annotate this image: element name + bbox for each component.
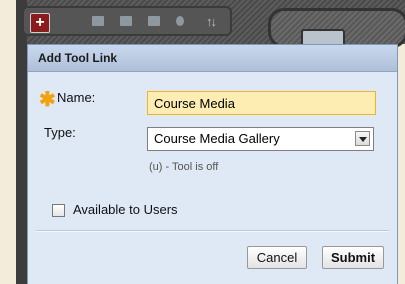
type-label: Type: — [44, 125, 76, 140]
menu-grid-icon[interactable] — [92, 16, 104, 26]
name-input[interactable] — [147, 91, 376, 115]
sort-icon[interactable]: ↑↓ — [206, 14, 217, 29]
left-edge-panel — [16, 0, 27, 284]
folder-icon[interactable] — [120, 16, 132, 26]
type-select[interactable]: Course Media Gallery — [147, 127, 374, 151]
refresh-icon[interactable] — [176, 16, 184, 26]
dialog-divider — [36, 230, 389, 232]
add-tool-link-dialog: Add Tool Link ✱ Name: Type: Course Media… — [27, 44, 398, 284]
cancel-button[interactable]: Cancel — [247, 246, 307, 269]
required-star-icon: ✱ — [39, 89, 56, 111]
add-menu-item-button[interactable]: + — [30, 13, 50, 33]
chevron-down-icon[interactable] — [355, 131, 370, 146]
dialog-title: Add Tool Link — [28, 45, 397, 72]
name-label: Name: — [57, 90, 96, 105]
available-to-users-label[interactable]: Available to Users — [73, 202, 178, 217]
right-panel-tab — [268, 8, 405, 49]
course-menu-toolbar: + ↑↓ — [22, 6, 232, 36]
type-select-value: Course Media Gallery — [154, 131, 280, 146]
tool-status-note: (u) - Tool is off — [149, 161, 219, 173]
stack-icon[interactable] — [148, 16, 160, 26]
submit-button[interactable]: Submit — [322, 246, 384, 269]
available-to-users-checkbox[interactable] — [52, 204, 65, 217]
